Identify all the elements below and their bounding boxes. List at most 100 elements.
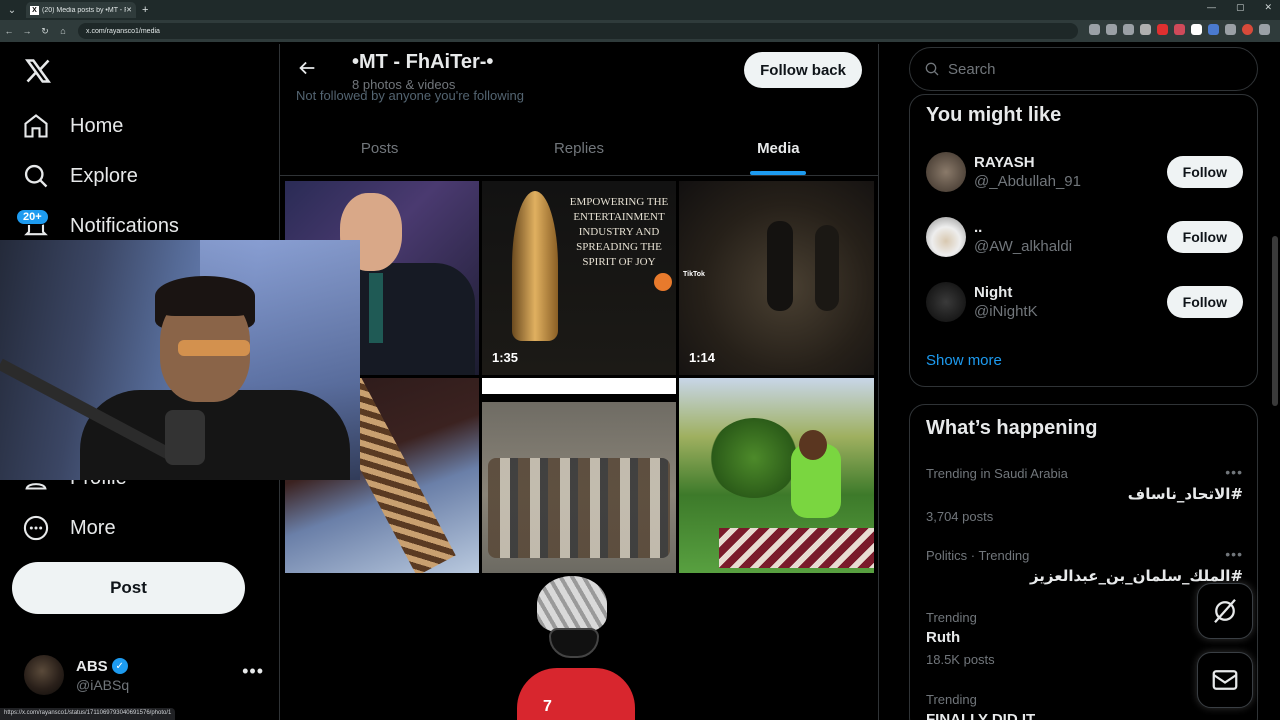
extensions-area bbox=[1089, 24, 1270, 35]
browser-tab-bar: ⌄ X (20) Media posts by •MT - FhAi ✕ + —… bbox=[0, 0, 1280, 20]
extension-icon[interactable] bbox=[1140, 24, 1151, 35]
more-circle-icon bbox=[23, 515, 49, 541]
post-button[interactable]: Post bbox=[12, 562, 245, 614]
search-box[interactable] bbox=[909, 47, 1258, 91]
tab-replies[interactable]: Replies bbox=[479, 122, 678, 175]
tab-posts[interactable]: Posts bbox=[280, 122, 479, 175]
address-bar[interactable]: x.com/rayansco1/media bbox=[78, 23, 1078, 39]
avatar bbox=[926, 217, 966, 257]
user-name: RAYASH bbox=[974, 154, 1035, 171]
trend-item[interactable]: Politics · Trending ••• #الملك_سلمان_بن_… bbox=[926, 546, 1243, 585]
account-handle: @iABSq bbox=[76, 676, 130, 693]
user-handle: @AW_alkhaldi bbox=[974, 238, 1073, 255]
media-thumbnail[interactable]: EMPOWERING THE ENTERTAINMENT INDUSTRY AN… bbox=[482, 181, 676, 375]
account-name-row: ABS ✓ bbox=[76, 658, 129, 675]
menu-icon[interactable] bbox=[1259, 24, 1270, 35]
suggested-user[interactable]: RAYASH @_Abdullah_91 Follow bbox=[926, 148, 1243, 196]
grok-button[interactable] bbox=[1197, 583, 1253, 639]
follow-button[interactable]: Follow bbox=[1166, 286, 1243, 318]
sidebar-item-label: Home bbox=[70, 114, 124, 137]
extension-icon[interactable] bbox=[1191, 24, 1202, 35]
maximize-icon[interactable]: ▢ bbox=[1236, 2, 1245, 13]
tab-search-icon[interactable]: ⌄ bbox=[4, 2, 20, 18]
trend-context: Trending bbox=[926, 692, 977, 707]
star-icon[interactable] bbox=[1123, 24, 1134, 35]
media-thumbnail[interactable] bbox=[679, 378, 874, 573]
forward-nav-icon[interactable]: → bbox=[18, 26, 36, 36]
envelope-icon bbox=[1212, 670, 1238, 690]
avatar bbox=[926, 152, 966, 192]
sidebar-item-more[interactable]: More bbox=[22, 508, 116, 548]
sidebar-item-label: Explore bbox=[70, 164, 138, 187]
browser-tab[interactable]: X (20) Media posts by •MT - FhAi ✕ bbox=[26, 2, 136, 18]
suggested-user[interactable]: .. @AW_alkhaldi Follow bbox=[926, 213, 1243, 261]
account-switcher[interactable]: ABS ✓ @iABSq ••• bbox=[24, 651, 264, 699]
messages-button[interactable] bbox=[1197, 652, 1253, 708]
user-name: Night bbox=[974, 284, 1013, 301]
media-thumbnail[interactable]: TikTok 1:14 bbox=[679, 181, 874, 375]
user-handle: @iNightK bbox=[974, 303, 1038, 320]
minimize-icon[interactable]: — bbox=[1207, 2, 1216, 13]
trend-topic: #الملك_سلمان_بن_عبدالعزيز bbox=[1029, 567, 1243, 585]
search-icon bbox=[925, 62, 939, 76]
sidebar-item-home[interactable]: Home bbox=[22, 106, 123, 146]
follow-back-button[interactable]: Follow back bbox=[744, 52, 862, 88]
media-thumbnail[interactable]: 7 bbox=[507, 576, 647, 720]
trend-item[interactable]: Trending Ruth 18.5K posts bbox=[926, 610, 1243, 667]
home-nav-icon[interactable]: ⌂ bbox=[54, 26, 72, 36]
back-nav-icon[interactable]: ← bbox=[0, 26, 18, 36]
extension-icon[interactable] bbox=[1174, 24, 1185, 35]
follow-button[interactable]: Follow bbox=[1166, 156, 1243, 188]
grok-icon bbox=[1214, 599, 1236, 623]
jersey-number: 7 bbox=[543, 698, 552, 715]
user-handle: @_Abdullah_91 bbox=[974, 173, 1081, 190]
suggested-user[interactable]: Night @iNightK Follow bbox=[926, 278, 1243, 326]
main-column: Not followed by anyone you're following … bbox=[279, 44, 879, 720]
browser-toolbar: ← → ↻ ⌂ x.com/rayansco1/media bbox=[0, 20, 1280, 42]
you-might-like-panel: You might like RAYASH @_Abdullah_91 Foll… bbox=[909, 94, 1258, 387]
trend-item[interactable]: Trending in Saudi Arabia ••• #الاتحاد_نا… bbox=[926, 464, 1243, 524]
x-favicon-icon: X bbox=[30, 5, 39, 15]
puzzle-icon[interactable] bbox=[1225, 24, 1236, 35]
page-scrollbar[interactable] bbox=[1272, 236, 1278, 406]
sidebar-item-explore[interactable]: Explore bbox=[22, 156, 138, 196]
new-tab-icon[interactable]: + bbox=[142, 4, 148, 16]
trend-post-count: 3,704 posts bbox=[926, 509, 994, 524]
trend-context: Politics · Trending bbox=[926, 548, 1030, 563]
video-duration: 1:14 bbox=[689, 350, 716, 365]
reload-icon[interactable]: ↻ bbox=[36, 26, 54, 37]
tab-media[interactable]: Media bbox=[679, 122, 878, 175]
follow-button[interactable]: Follow bbox=[1166, 221, 1243, 253]
verified-badge-icon: ✓ bbox=[111, 658, 128, 674]
trophy-image bbox=[512, 191, 558, 341]
zoom-icon[interactable] bbox=[1106, 24, 1117, 35]
avatar bbox=[24, 655, 64, 695]
trend-more-icon[interactable]: ••• bbox=[1225, 464, 1243, 480]
trend-more-icon[interactable]: ••• bbox=[1225, 546, 1243, 562]
profile-name: •MT - FhAiTer-• bbox=[352, 51, 494, 73]
window-controls: — ▢ ✕ bbox=[1207, 2, 1272, 13]
address-url: x.com/rayansco1/media bbox=[86, 27, 160, 35]
sidebar-item-label: Notifications bbox=[70, 214, 179, 237]
search-icon bbox=[24, 164, 48, 188]
profile-avatar-icon[interactable] bbox=[1242, 24, 1253, 35]
trend-item[interactable]: Trending FINALLY DID IT bbox=[926, 692, 1243, 720]
close-tab-icon[interactable]: ✕ bbox=[126, 6, 132, 14]
search-input[interactable] bbox=[948, 60, 1238, 78]
show-more-link[interactable]: Show more bbox=[926, 352, 1002, 369]
cast-icon[interactable] bbox=[1089, 24, 1100, 35]
trend-context: Trending in Saudi Arabia bbox=[926, 466, 1068, 481]
home-icon bbox=[24, 114, 48, 138]
x-logo-icon[interactable] bbox=[24, 57, 52, 85]
close-window-icon[interactable]: ✕ bbox=[1264, 2, 1272, 13]
avatar bbox=[926, 282, 966, 322]
media-thumbnail[interactable] bbox=[482, 378, 676, 573]
notification-badge: 20+ bbox=[16, 209, 49, 225]
trend-topic: #الاتحاد_ناساف bbox=[1127, 485, 1243, 503]
video-duration: 1:35 bbox=[492, 350, 519, 365]
extension-icon[interactable] bbox=[1208, 24, 1219, 35]
back-arrow-icon[interactable] bbox=[296, 57, 318, 79]
ellipsis-icon[interactable]: ••• bbox=[242, 661, 264, 682]
tiktok-watermark: TikTok bbox=[683, 271, 705, 278]
extension-icon[interactable] bbox=[1157, 24, 1168, 35]
